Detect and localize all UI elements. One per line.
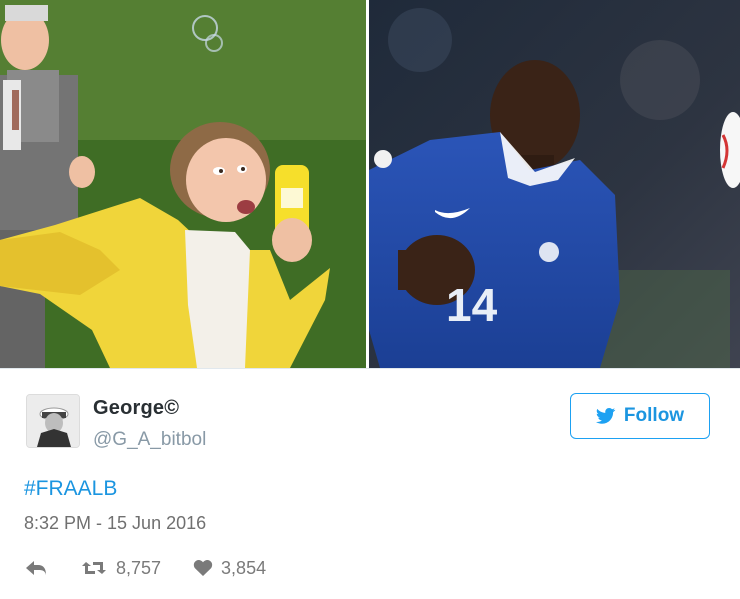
- display-name[interactable]: George©: [93, 397, 179, 420]
- follow-button[interactable]: Follow: [570, 393, 710, 439]
- twitter-bird-icon: [595, 407, 616, 425]
- tweet-timestamp[interactable]: 8:32 PM - 15 Jun 2016: [24, 513, 206, 534]
- girl-with-bubbles-photo[interactable]: [0, 0, 366, 368]
- heart-icon: [193, 559, 213, 577]
- reply-button[interactable]: [24, 559, 48, 577]
- jersey-number: 14: [446, 279, 498, 331]
- like-button[interactable]: 3,854: [193, 558, 266, 579]
- follow-label: Follow: [623, 405, 685, 426]
- tweet-actions: 8,757 3,854: [24, 555, 298, 581]
- retweet-icon: [80, 558, 108, 578]
- avatar-image: [27, 395, 79, 447]
- like-count: 3,854: [221, 557, 267, 578]
- football-player-number-14-photo[interactable]: [369, 0, 740, 368]
- avatar[interactable]: [26, 394, 80, 448]
- media-illustration: [0, 0, 740, 368]
- tweet-card: George© @G_A_bitbol Follow #FRAALB 8:32 …: [0, 368, 740, 599]
- retweet-count: 8,757: [116, 557, 162, 578]
- hashtag-link[interactable]: #FRAALB: [24, 477, 117, 501]
- tweet-media[interactable]: 14: [0, 0, 740, 368]
- reply-icon: [24, 559, 48, 577]
- user-handle[interactable]: @G_A_bitbol: [93, 429, 206, 451]
- retweet-button[interactable]: 8,757: [80, 558, 161, 579]
